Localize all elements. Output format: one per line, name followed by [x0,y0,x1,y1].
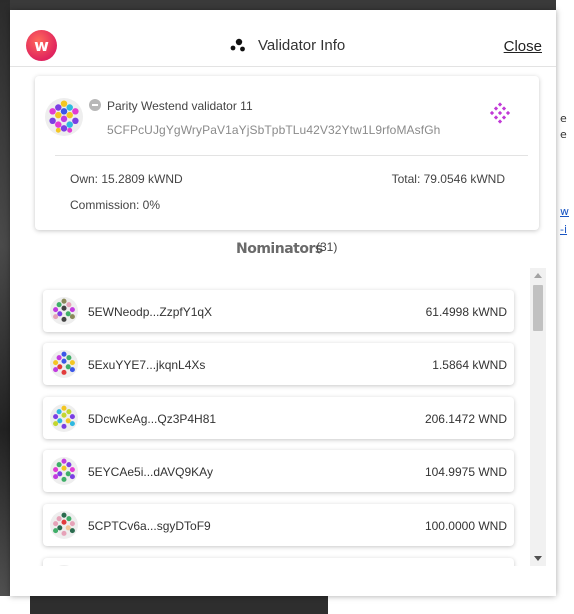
list-scrollbar[interactable] [530,268,546,566]
nominator-address: 5DcwKeAg...Qz3P4H81 [88,412,217,426]
background-link-fragment[interactable]: -i [560,223,567,236]
own-stake: Own: 15.2809 kWND [70,172,183,186]
scroll-down-arrow-icon[interactable] [534,556,542,561]
background-text-fragment: e [560,112,567,125]
nominator-row[interactable]: 5EWNeodp...ZzpfY1qX 61.4998 kWND [43,290,514,332]
identicon-avatar [58,565,70,566]
scrollbar-thumb[interactable] [533,285,543,331]
nominator-amount: 104.9975 WND [424,465,507,479]
validator-name: Parity Westend validator 11 [107,99,253,113]
background-dark-panel [30,596,328,614]
nominator-amount: 1.5864 kWND [432,358,507,372]
validator-info-popup: w Validator Info Close Parity Westend va… [10,10,556,596]
grid-diamond-icon[interactable] [489,102,511,124]
inactive-status-icon [89,99,101,111]
nominator-row[interactable] [43,558,514,566]
wallet-logo[interactable]: w [26,30,57,61]
nominator-address: 5EWNeodp...ZzpfY1qX [88,305,213,319]
nominator-row[interactable]: 5DcwKeAg...Qz3P4H81 206.1472 WND [43,397,514,439]
nominators-heading: Nominators [236,241,323,257]
identicon-avatar [50,457,78,485]
nominator-amount: 100.0000 WND [424,519,507,533]
nominator-address: 5EYCAe5i...dAVQ9KAy [88,465,213,479]
title-group: Validator Info [230,35,345,55]
identicon-avatar [45,98,83,136]
total-stake: Total: 79.0546 kWND [391,172,505,186]
background-page-bottom [0,596,574,614]
nominator-address: 5ExuYYE7...jkqnL4Xs [88,358,206,372]
card-divider [55,155,528,156]
nominator-address: 5CPTCv6a...sgyDToF9 [88,519,211,533]
identicon-avatar [50,297,78,325]
validator-address: 5CFPcUJgYgWryPaV1aYjSbTpbTLu42V32Ytw1L9r… [107,123,441,137]
identicon-avatar [50,350,78,378]
nominators-count: (31) [316,240,338,254]
close-link[interactable]: Close [504,38,542,55]
validator-card: Parity Westend validator 11 5CFPcUJgYgWr… [35,76,539,230]
nodes-icon [230,38,245,52]
commission: Commission: 0% [70,198,161,212]
background-page-right: e e w -i [556,0,574,614]
nominator-row[interactable]: 5ExuYYE7...jkqnL4Xs 1.5864 kWND [43,343,514,385]
identicon-avatar [50,404,78,432]
nominator-row[interactable]: 5EYCAe5i...dAVQ9KAy 104.9975 WND [43,450,514,492]
nominators-list[interactable]: 5EWNeodp...ZzpfY1qX 61.4998 kWND 5ExuYYE… [35,268,530,566]
identicon-avatar [50,511,78,539]
nominator-amount: 206.1472 WND [424,412,507,426]
popup-header: w Validator Info Close [10,10,556,67]
background-link-fragment[interactable]: w [560,205,569,218]
scroll-up-arrow-icon[interactable] [534,273,542,278]
nominator-amount: 61.4998 kWND [425,305,507,319]
background-text-fragment: e [560,128,567,141]
nominator-row[interactable]: 5CPTCv6a...sgyDToF9 100.0000 WND [43,504,514,546]
page-title: Validator Info [258,36,346,54]
background-page-left [0,0,10,614]
